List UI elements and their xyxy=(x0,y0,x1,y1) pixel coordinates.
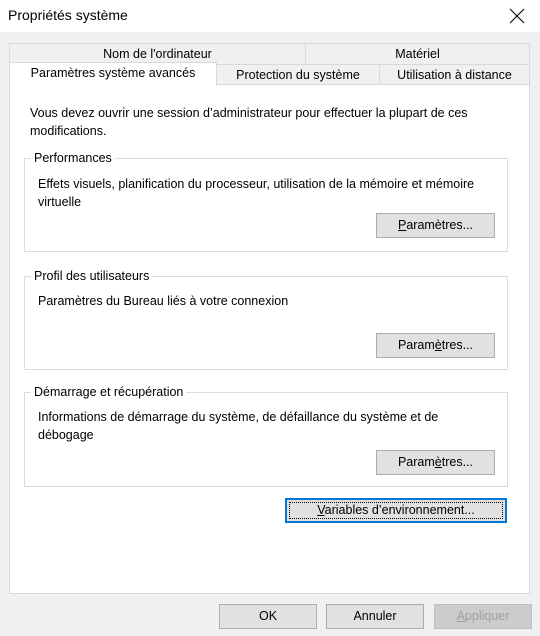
tab-label: Matériel xyxy=(395,47,440,61)
group-title: Performances xyxy=(31,150,115,166)
tab-system-protection[interactable]: Protection du système xyxy=(216,64,380,86)
admin-notice: Vous devez ouvrir une session d’administ… xyxy=(30,106,468,138)
cancel-button[interactable]: Annuler xyxy=(326,604,424,629)
environment-variables-button[interactable]: Variables d’environnement... xyxy=(285,498,507,523)
window-title: Propriétés système xyxy=(8,7,128,23)
tab-label: Utilisation à distance xyxy=(397,68,512,82)
tab-hardware[interactable]: Matériel xyxy=(305,43,530,65)
tab-advanced-system-settings[interactable]: Paramètres système avancés xyxy=(9,62,217,86)
focus-rectangle xyxy=(289,502,503,519)
group-description: Effets visuels, planification du process… xyxy=(38,177,475,209)
group-title: Profil des utilisateurs xyxy=(31,268,153,284)
tab-label: Protection du système xyxy=(236,68,360,82)
startup-recovery-group: Démarrage et récupération Informations d… xyxy=(24,384,508,487)
system-properties-window: Propriétés système Nom de l'ordinateur M… xyxy=(0,0,540,636)
tab-label: Nom de l'ordinateur xyxy=(103,47,212,61)
tab-remote[interactable]: Utilisation à distance xyxy=(379,64,530,86)
tab-label: Paramètres système avancés xyxy=(30,66,196,80)
performance-group: Performances Effets visuels, planificati… xyxy=(24,150,508,252)
startup-settings-button[interactable]: Paramètres... xyxy=(376,450,495,475)
title-bar[interactable]: Propriétés système xyxy=(0,0,540,32)
performance-settings-button[interactable]: Paramètres... xyxy=(376,213,495,238)
tab-panel: Vous devez ouvrir une session d’administ… xyxy=(9,84,530,594)
profiles-settings-button[interactable]: Paramètres... xyxy=(376,333,495,358)
group-description: Informations de démarrage du système, de… xyxy=(38,410,439,442)
group-title: Démarrage et récupération xyxy=(31,384,187,400)
apply-button[interactable]: Appliquer xyxy=(434,604,532,629)
user-profiles-group: Profil des utilisateurs Paramètres du Bu… xyxy=(24,268,508,370)
ok-button[interactable]: OK xyxy=(219,604,317,629)
group-description: Paramètres du Bureau liés à votre connex… xyxy=(38,294,289,308)
close-icon xyxy=(509,8,525,24)
close-button[interactable] xyxy=(494,0,540,32)
